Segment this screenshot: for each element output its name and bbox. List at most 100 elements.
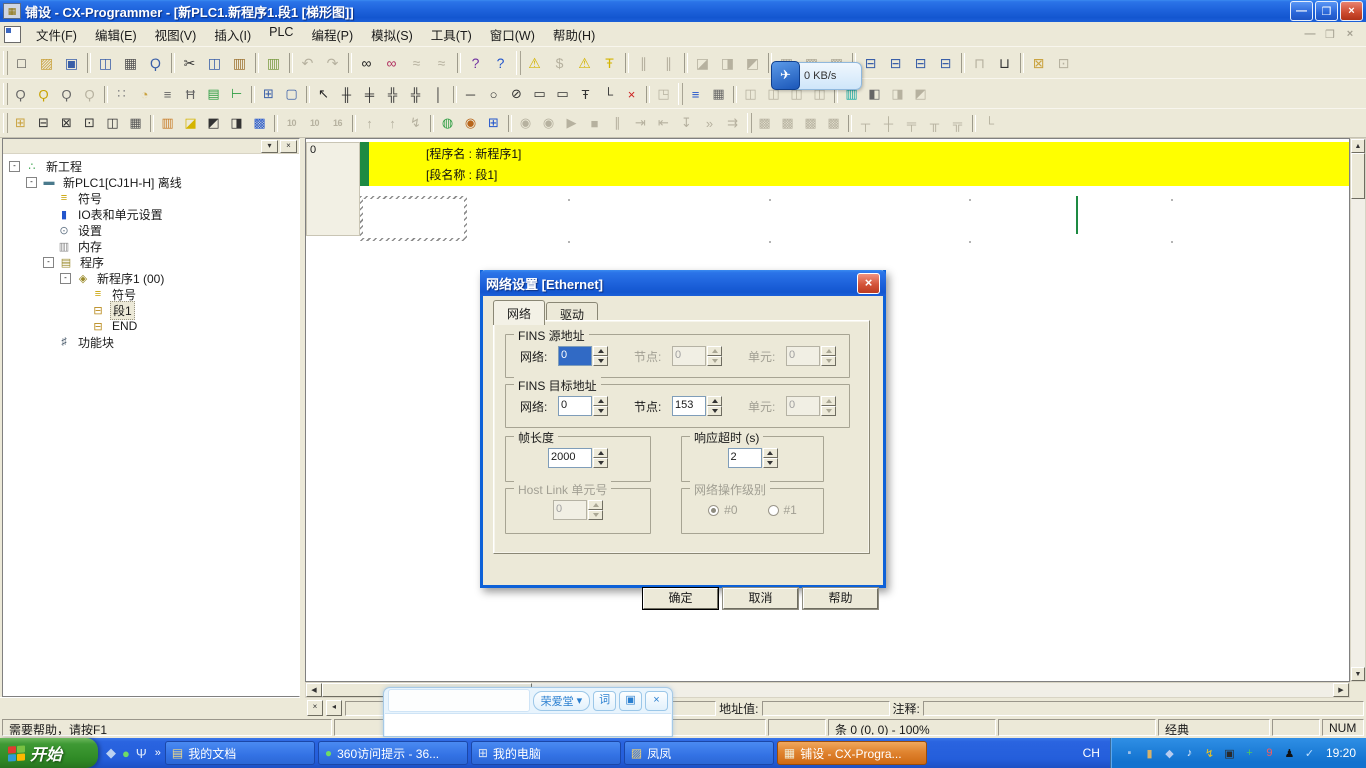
toolbar-button[interactable]: ⊠ bbox=[1026, 51, 1051, 75]
toolbar-button[interactable]: ╬ bbox=[381, 84, 404, 105]
toolbar-button[interactable]: ╬ bbox=[404, 84, 427, 105]
toolbar-button[interactable]: ⊞ bbox=[257, 84, 280, 105]
toolbar-button[interactable]: ◉ bbox=[514, 113, 537, 134]
panel-close-button[interactable]: × bbox=[307, 700, 323, 716]
toolbar-button[interactable]: ╪ bbox=[358, 84, 381, 105]
spinner-field[interactable]: 0 bbox=[672, 346, 722, 366]
toolbar-button[interactable]: ∞ bbox=[354, 51, 379, 75]
task-button[interactable]: ▦ 铺设 - CX-Progra... bbox=[777, 741, 927, 765]
menu-item[interactable]: 文件(F) bbox=[27, 22, 86, 47]
toolbar-button[interactable]: ↶ bbox=[295, 51, 320, 75]
toolbar-button[interactable]: Ħ bbox=[179, 84, 202, 105]
toolbar-button[interactable]: ⊡ bbox=[78, 113, 101, 134]
toolbar-button[interactable]: ∷ bbox=[110, 84, 133, 105]
spinner-value[interactable]: 0 bbox=[672, 346, 706, 366]
cancel-button[interactable]: 取消 bbox=[723, 588, 798, 609]
tree-expander[interactable] bbox=[77, 322, 86, 331]
tree-item[interactable]: ▥ 内存 bbox=[3, 238, 299, 254]
toolbar-button[interactable]: Ŧ bbox=[574, 84, 597, 105]
tree-item[interactable]: ≡ 符号 bbox=[3, 286, 299, 302]
toolbar-button[interactable]: ▣ bbox=[59, 51, 84, 75]
spinner-down-button[interactable] bbox=[593, 458, 608, 468]
toolbar-button[interactable]: ▭ bbox=[551, 84, 574, 105]
spinner-up-button[interactable] bbox=[707, 396, 722, 406]
tree-item[interactable]: ⊙ 设置 bbox=[3, 222, 299, 238]
toolbar-button[interactable]: ∞ bbox=[379, 51, 404, 75]
toolbar-button[interactable]: ╤ bbox=[900, 113, 923, 134]
toolbar-button[interactable]: ⊟ bbox=[933, 51, 958, 75]
toolbar-button[interactable]: ? bbox=[488, 51, 513, 75]
toolbar-button[interactable]: ↑ bbox=[358, 113, 381, 134]
toolbar-button[interactable]: ┬ bbox=[854, 113, 877, 134]
toolbar-button[interactable]: ⊘ bbox=[505, 84, 528, 105]
spinner-down-button[interactable] bbox=[588, 510, 603, 520]
toolbar-button[interactable]: ⊞ bbox=[9, 113, 32, 134]
toolbar-button[interactable]: ◪ bbox=[179, 113, 202, 134]
restore-button[interactable]: ❒ bbox=[1315, 1, 1338, 21]
spinner-up-button[interactable] bbox=[707, 346, 722, 356]
spinner-field[interactable]: 0 bbox=[553, 500, 603, 520]
workspace-dropdown-button[interactable]: ▾ bbox=[261, 140, 278, 153]
spinner-down-button[interactable] bbox=[707, 356, 722, 366]
toolbar-button[interactable]: ◳ bbox=[652, 84, 675, 105]
toolbar-button[interactable]: ▦ bbox=[124, 113, 147, 134]
spinner-field[interactable]: 0 bbox=[786, 396, 836, 416]
spinner-value[interactable]: 0 bbox=[558, 346, 592, 366]
toolbar-button[interactable]: ◩ bbox=[909, 84, 932, 105]
toolbar-button[interactable]: ┼ bbox=[877, 113, 900, 134]
toolbar-button[interactable]: ◪ bbox=[690, 51, 715, 75]
toolbar-button[interactable]: ▶ bbox=[560, 113, 583, 134]
toolbar-button[interactable]: Ϙ bbox=[32, 84, 55, 105]
tree-item[interactable]: ▮ IO表和单元设置 bbox=[3, 206, 299, 222]
tray-volume-icon[interactable]: ♪ bbox=[1182, 747, 1197, 759]
toolbar-button[interactable]: ▩ bbox=[248, 113, 271, 134]
toolbar-button[interactable]: ≡ bbox=[684, 84, 707, 105]
quicklaunch-tool-icon[interactable]: Ψ bbox=[136, 746, 147, 761]
tray-device-icon[interactable]: ▮ bbox=[1142, 747, 1157, 760]
scroll-left-button[interactable]: ◀ bbox=[306, 683, 322, 697]
spinner-up-button[interactable] bbox=[593, 448, 608, 458]
spinner-up-button[interactable] bbox=[763, 448, 778, 458]
toolbar-button[interactable]: ◍ bbox=[436, 113, 459, 134]
toolbar-button[interactable]: ⚠ bbox=[522, 51, 547, 75]
toolbar-button[interactable]: ◧ bbox=[863, 84, 886, 105]
start-button[interactable]: 开始 bbox=[0, 738, 98, 768]
close-button[interactable]: × bbox=[1340, 1, 1363, 21]
spinner-field[interactable]: 0 bbox=[786, 346, 836, 366]
toolbar-button[interactable]: ▥ bbox=[227, 51, 252, 75]
ladder-selection-cell[interactable] bbox=[360, 196, 467, 241]
menu-item[interactable]: 模拟(S) bbox=[362, 22, 422, 47]
toolbar-button[interactable]: ⊟ bbox=[32, 113, 55, 134]
tree-item[interactable]: ⊟ END bbox=[3, 318, 299, 334]
toolbar-button[interactable]: ◔ bbox=[133, 84, 156, 105]
toolbar-button[interactable]: ∥ bbox=[656, 51, 681, 75]
tree-expander[interactable] bbox=[43, 242, 52, 251]
toolbar-button[interactable]: ■ bbox=[583, 113, 606, 134]
toolbar-button[interactable]: ╥ bbox=[923, 113, 946, 134]
task-button[interactable]: ▨ 凤凤 bbox=[624, 741, 774, 765]
spinner-down-button[interactable] bbox=[593, 356, 608, 366]
scroll-right-button[interactable]: ▶ bbox=[1333, 683, 1349, 697]
tree-expander[interactable] bbox=[77, 290, 86, 299]
toolbar-button[interactable]: ? bbox=[463, 51, 488, 75]
dialog-close-button[interactable]: × bbox=[857, 273, 880, 294]
spinner-value[interactable]: 0 bbox=[786, 346, 820, 366]
spinner-up-button[interactable] bbox=[821, 396, 836, 406]
toolbar-button[interactable]: ∥ bbox=[631, 51, 656, 75]
tree-item[interactable]: ♯ 功能块 bbox=[3, 334, 299, 350]
toolbar-button[interactable]: ▦ bbox=[118, 51, 143, 75]
task-button[interactable]: ⊞ 我的电脑 bbox=[471, 741, 621, 765]
task-button[interactable]: ▤ 我的文档 bbox=[165, 741, 315, 765]
toolbar-button[interactable]: Ϙ bbox=[9, 84, 32, 105]
toolbar-button[interactable]: ▤ bbox=[202, 84, 225, 105]
tree-expander[interactable] bbox=[43, 210, 52, 219]
tree-item[interactable]: - ∴ 新工程 bbox=[3, 158, 299, 174]
toolbar-button[interactable]: ◫ bbox=[93, 51, 118, 75]
toolbar-button[interactable]: ∥ bbox=[606, 113, 629, 134]
toolbar-button[interactable]: ▩ bbox=[753, 113, 776, 134]
toolbar-button[interactable]: ≈ bbox=[429, 51, 454, 75]
toolbar-button[interactable]: ⊞ bbox=[482, 113, 505, 134]
toolbar-button[interactable]: ◫ bbox=[202, 51, 227, 75]
menu-item[interactable]: 编程(P) bbox=[302, 22, 362, 47]
spinner-up-button[interactable] bbox=[593, 396, 608, 406]
